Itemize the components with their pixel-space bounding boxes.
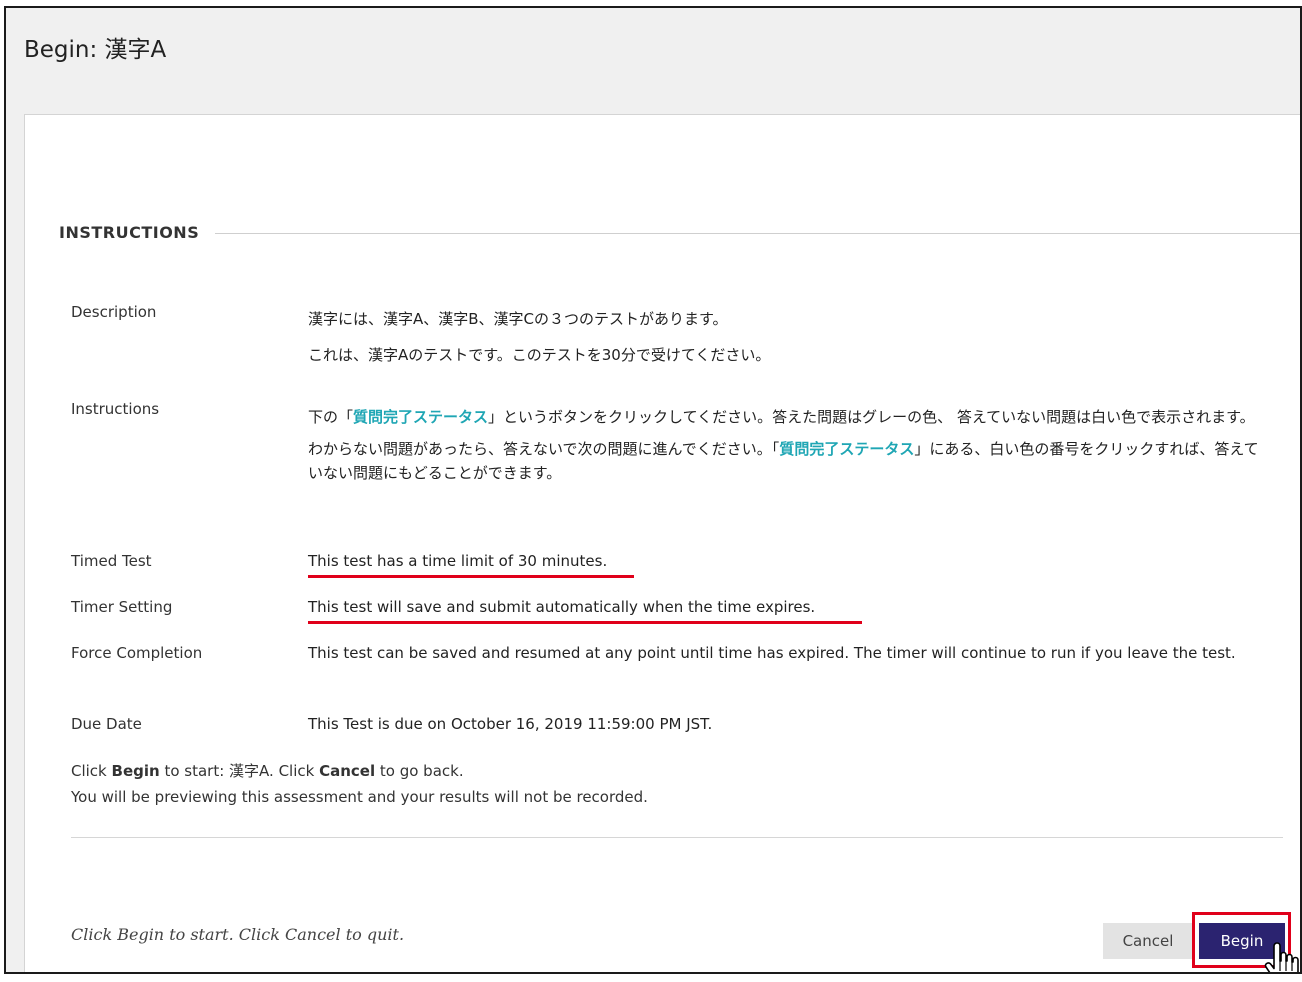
instructions-label: Instructions <box>71 400 160 418</box>
timed-test-value: This test has a time limit of 30 minutes… <box>308 552 608 570</box>
due-date-label: Due Date <box>71 715 142 733</box>
begin-keyword: Begin <box>111 762 160 780</box>
hand-pointer-icon <box>1264 942 1299 972</box>
instructions-text: 」というボタンをクリックしてください。答えた問題はグレーの色、 答えていない問題… <box>488 408 1255 426</box>
cancel-button[interactable]: Cancel <box>1103 923 1193 959</box>
window-frame: Begin: 漢字A INSTRUCTIONS Description 漢字には… <box>4 6 1302 974</box>
timed-test-label: Timed Test <box>71 552 152 570</box>
footer-note: Click Begin to start. Click Cancel to qu… <box>71 925 405 944</box>
instructions-text: 下の「 <box>308 408 354 426</box>
completion-status-link: 質問完了ステータス <box>779 440 915 458</box>
instructions-text: わからない問題があったら、答えないで次の問題に進んでください。「 <box>308 440 780 458</box>
description-line-2: これは、漢字Aのテストです。このテストを30分で受けてください。 <box>308 346 771 364</box>
red-underline-annotation <box>308 575 634 578</box>
force-completion-label: Force Completion <box>71 644 203 662</box>
due-date-value: This Test is due on October 16, 2019 11:… <box>308 715 713 733</box>
begin-instruction-text: Click Begin to start: 漢字A. Click Cancel … <box>71 760 1071 781</box>
begin-note-text: to start: 漢字A. Click <box>159 762 320 780</box>
preview-notice: You will be previewing this assessment a… <box>71 788 648 806</box>
content-panel: INSTRUCTIONS Description 漢字には、漢字A、漢字B、漢字… <box>24 114 1300 972</box>
timer-setting-value: This test will save and submit automatic… <box>308 598 816 616</box>
instructions-section-header: INSTRUCTIONS <box>59 215 1300 245</box>
cancel-keyword: Cancel <box>319 762 376 780</box>
timer-setting-label: Timer Setting <box>71 598 173 616</box>
red-underline-annotation <box>308 621 862 624</box>
description-value: 漢字には、漢字A、漢字B、漢字Cの３つのテストがあります。 これは、漢字Aのテス… <box>308 307 1268 367</box>
force-completion-value: This test can be saved and resumed at an… <box>308 644 1236 662</box>
description-line-1: 漢字には、漢字A、漢字B、漢字Cの３つのテストがあります。 <box>308 310 728 328</box>
instructions-paragraph-2: わからない問題があったら、答えないで次の問題に進んでください。「質問完了ステータ… <box>308 437 1268 485</box>
instructions-value: 下の「質問完了ステータス」というボタンをクリックしてください。答えた問題はグレー… <box>308 405 1268 485</box>
begin-note-text: Click <box>71 762 112 780</box>
section-title: INSTRUCTIONS <box>59 223 216 242</box>
page-title: Begin: 漢字A <box>24 37 167 63</box>
content-divider <box>71 837 1283 838</box>
begin-note-text: to go back. <box>375 762 464 780</box>
instructions-paragraph-1: 下の「質問完了ステータス」というボタンをクリックしてください。答えた問題はグレー… <box>308 405 1268 429</box>
section-divider <box>59 233 1300 234</box>
completion-status-link: 質問完了ステータス <box>353 408 489 426</box>
description-label: Description <box>71 303 157 321</box>
